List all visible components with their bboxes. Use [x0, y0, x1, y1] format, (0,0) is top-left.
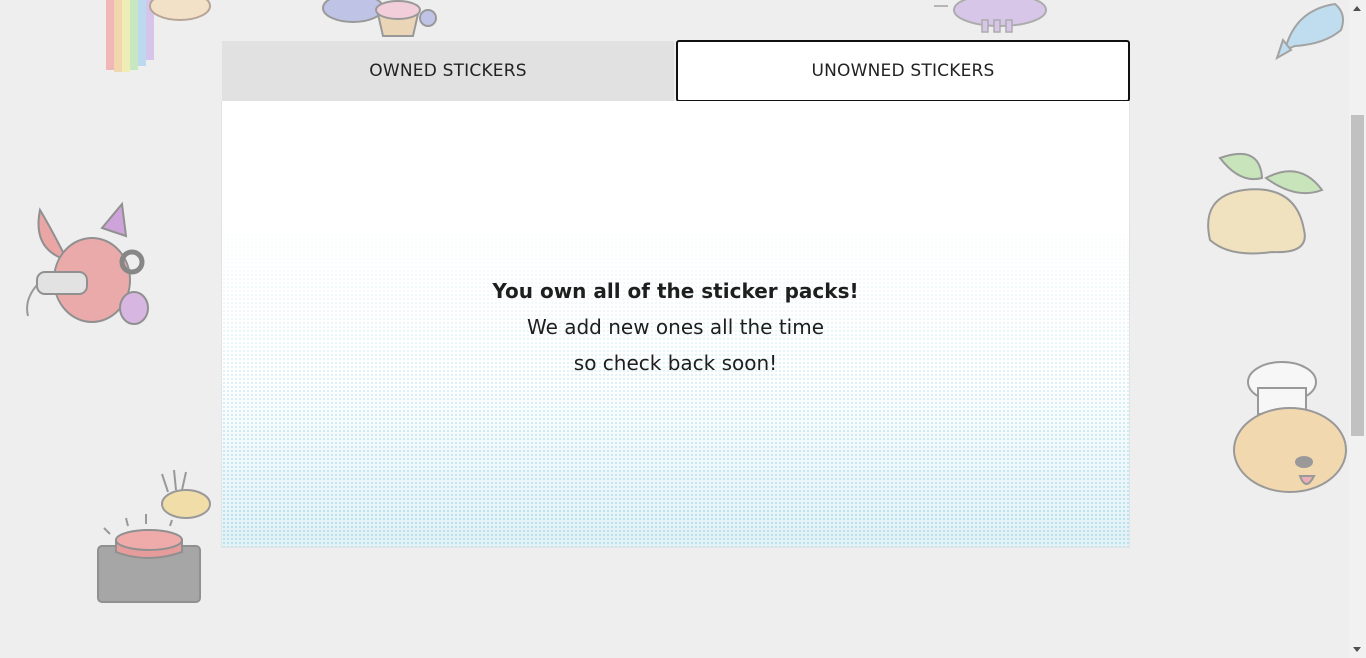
sticker-panel: You own all of the sticker packs! We add…: [221, 101, 1130, 548]
stickers-page: OWNED STICKERS UNOWNED STICKERS You own …: [0, 0, 1366, 658]
sprout-bulb-sticker: [1207, 153, 1324, 255]
tab-owned-stickers[interactable]: OWNED STICKERS: [222, 41, 674, 101]
sticker-tabs: OWNED STICKERS UNOWNED STICKERS: [222, 40, 1130, 102]
empty-state-headline: You own all of the sticker packs!: [492, 279, 859, 303]
button-box-sticker: [97, 469, 211, 603]
gamer-bird-sticker: [26, 201, 149, 325]
rainbow-sticker: [106, 0, 211, 72]
scroll-down-icon[interactable]: [1353, 647, 1361, 652]
empty-state-message: You own all of the sticker packs! We add…: [222, 273, 1129, 381]
cupcake-creature-sticker: [322, 0, 437, 37]
empty-state-line-1: We add new ones all the time: [526, 315, 825, 339]
purple-blob-sticker: [934, 0, 1047, 33]
scroll-thumb[interactable]: [1351, 115, 1364, 436]
dolphin-sticker: [1275, 2, 1344, 61]
empty-state-line-2: so check back soon!: [573, 351, 778, 375]
scroll-up-icon[interactable]: [1353, 6, 1361, 11]
page-scrollbar[interactable]: [1349, 0, 1366, 658]
chef-dog-sticker: [1233, 361, 1347, 493]
tab-unowned-stickers[interactable]: UNOWNED STICKERS: [676, 40, 1130, 102]
